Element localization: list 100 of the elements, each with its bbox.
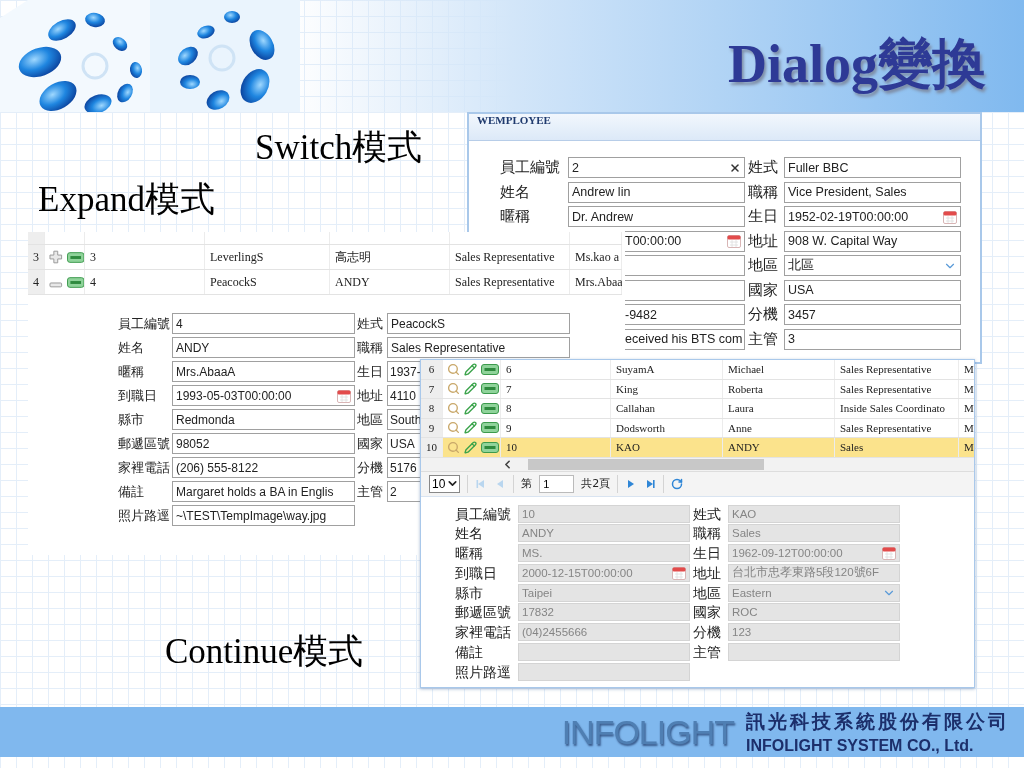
company-name: INFOLIGHT SYSTEM CO., Ltd.	[746, 737, 975, 755]
row-number: 8	[421, 399, 443, 418]
field-label: 分機	[357, 459, 384, 477]
input-field[interactable]: 5176	[387, 457, 420, 478]
table-cell: 9	[501, 418, 611, 437]
input-field[interactable]: Andrew lin	[568, 181, 745, 203]
calendar-icon[interactable]	[727, 234, 741, 248]
table-cell: 10	[501, 438, 611, 457]
input-field[interactable]: 1937-	[387, 361, 420, 382]
field-label: 照片路逕	[455, 662, 512, 681]
field-label: 郵遞區號	[455, 603, 512, 622]
table-row[interactable]: 10 10 KAO ANDY Sales M	[421, 438, 974, 458]
close-icon[interactable]	[729, 161, 741, 174]
input-field[interactable]: Margaret holds a BA in Englis	[172, 481, 355, 502]
input-field[interactable]: USA	[387, 433, 420, 454]
refresh-icon[interactable]	[671, 477, 684, 490]
input-field[interactable]: -9482	[625, 304, 745, 325]
calendar-icon[interactable]	[337, 388, 351, 403]
minus-box-icon[interactable]	[66, 251, 84, 263]
table-cell: Callahan	[611, 399, 723, 418]
table-cell: Sales Representative	[835, 418, 959, 437]
input-field[interactable]: USA	[784, 279, 961, 301]
input-field[interactable]: T00:00:00	[625, 230, 745, 252]
table-cell: King	[611, 379, 723, 398]
input-field[interactable]: 1952-02-19T00:00:00	[784, 206, 961, 227]
input-field[interactable]: Fuller BBC	[784, 157, 961, 178]
calendar-icon[interactable]	[943, 209, 957, 224]
row-number: 6	[421, 360, 443, 379]
table-cell: ANDY	[330, 270, 450, 294]
input-field[interactable]: PeacockS	[387, 313, 570, 334]
input-field[interactable]: 3	[784, 328, 961, 350]
input-field[interactable]: eceived his BTS com	[625, 328, 745, 350]
field-label: 職稱	[357, 339, 384, 357]
input-field[interactable]: Sales Representative	[387, 337, 570, 358]
pencil-icon[interactable]	[464, 362, 477, 376]
field-label: 暱稱	[500, 206, 531, 227]
table-row[interactable]: 7 7 King Roberta Sales Representative M	[421, 379, 974, 399]
caption: Continue模式	[165, 631, 364, 673]
table-row[interactable]: 6 6 SuyamA Michael Sales Representative M	[421, 360, 974, 380]
pencil-icon[interactable]	[464, 401, 477, 415]
field-label: 員工編號	[500, 157, 561, 178]
expand-icon[interactable]	[49, 250, 63, 264]
field-label: 姓名	[500, 181, 531, 203]
row-number: 3	[28, 245, 45, 269]
pager-label: 第	[521, 476, 533, 491]
page-size-select[interactable]: 10	[429, 474, 461, 493]
search-icon[interactable]	[447, 382, 460, 396]
field-label: 郵遞區號	[118, 435, 170, 453]
pencil-icon[interactable]	[464, 382, 477, 396]
table-cell: 3	[85, 245, 205, 269]
field-label: 分機	[748, 304, 779, 325]
input-field[interactable]: ANDY	[172, 337, 355, 358]
input-field[interactable]: 908 W. Capital Way	[784, 230, 961, 252]
field-label: 備註	[455, 643, 484, 662]
table-row[interactable]: 9 9 Dodsworth Anne Sales Representative M	[421, 418, 974, 438]
field-label: 縣市	[118, 411, 145, 429]
table-row[interactable]: 8 8 Callahan Laura Inside Sales Coordinato M	[421, 399, 974, 419]
input-field[interactable]: Vice President, Sales	[784, 181, 961, 203]
input-field[interactable]: 北區	[784, 255, 961, 276]
field-label: 主管	[748, 328, 779, 350]
minus-box-icon[interactable]	[481, 363, 499, 375]
table-cell: M	[959, 379, 974, 398]
input-field[interactable]	[625, 255, 745, 276]
search-icon[interactable]	[447, 362, 460, 376]
table-cell: Sales	[835, 438, 959, 457]
field-label: 地區	[748, 255, 779, 276]
last-page-icon[interactable]	[644, 477, 657, 490]
caption: Expand模式	[38, 179, 215, 221]
input-field[interactable]: 98052	[172, 433, 355, 454]
input-field[interactable]: 3457	[784, 304, 961, 325]
pencil-icon[interactable]	[464, 440, 477, 454]
input-field[interactable]: 2	[387, 481, 420, 502]
search-icon[interactable]	[447, 440, 460, 454]
input-field[interactable]: 2	[568, 157, 745, 178]
search-icon[interactable]	[447, 401, 460, 415]
field-label: 國家	[693, 603, 722, 622]
input-field[interactable]: 4	[172, 313, 355, 334]
field-label: 地區	[357, 411, 384, 429]
table-cell: 4	[85, 270, 205, 294]
input-field[interactable]: (206) 555-8122	[172, 457, 355, 478]
minus-box-icon[interactable]	[481, 383, 499, 395]
input-field[interactable]: 4110	[387, 385, 420, 406]
minus-box-icon[interactable]	[66, 276, 84, 288]
input-field[interactable]: Dr. Andrew	[568, 206, 745, 227]
input-field[interactable]: Mrs.AbaaA	[172, 361, 355, 382]
field-label: 分機	[693, 623, 722, 642]
field-label: 生日	[748, 206, 779, 227]
field-label: 地址	[357, 387, 384, 405]
table-cell: Roberta	[723, 379, 835, 398]
input-field[interactable]	[625, 279, 745, 301]
input-field[interactable]: ~\TEST\TempImage\way.jpg	[172, 505, 355, 526]
minus-box-icon[interactable]	[481, 422, 499, 434]
field-label: 暱稱	[118, 363, 145, 381]
pencil-icon[interactable]	[464, 421, 477, 435]
page-field[interactable]: 1	[539, 474, 575, 493]
input-field[interactable]: Redmonda	[172, 409, 355, 430]
minus-box-icon[interactable]	[481, 441, 499, 453]
search-icon[interactable]	[447, 421, 460, 435]
minus-box-icon[interactable]	[481, 402, 499, 414]
input-field[interactable]: 1993-05-03T00:00:00	[172, 385, 355, 406]
